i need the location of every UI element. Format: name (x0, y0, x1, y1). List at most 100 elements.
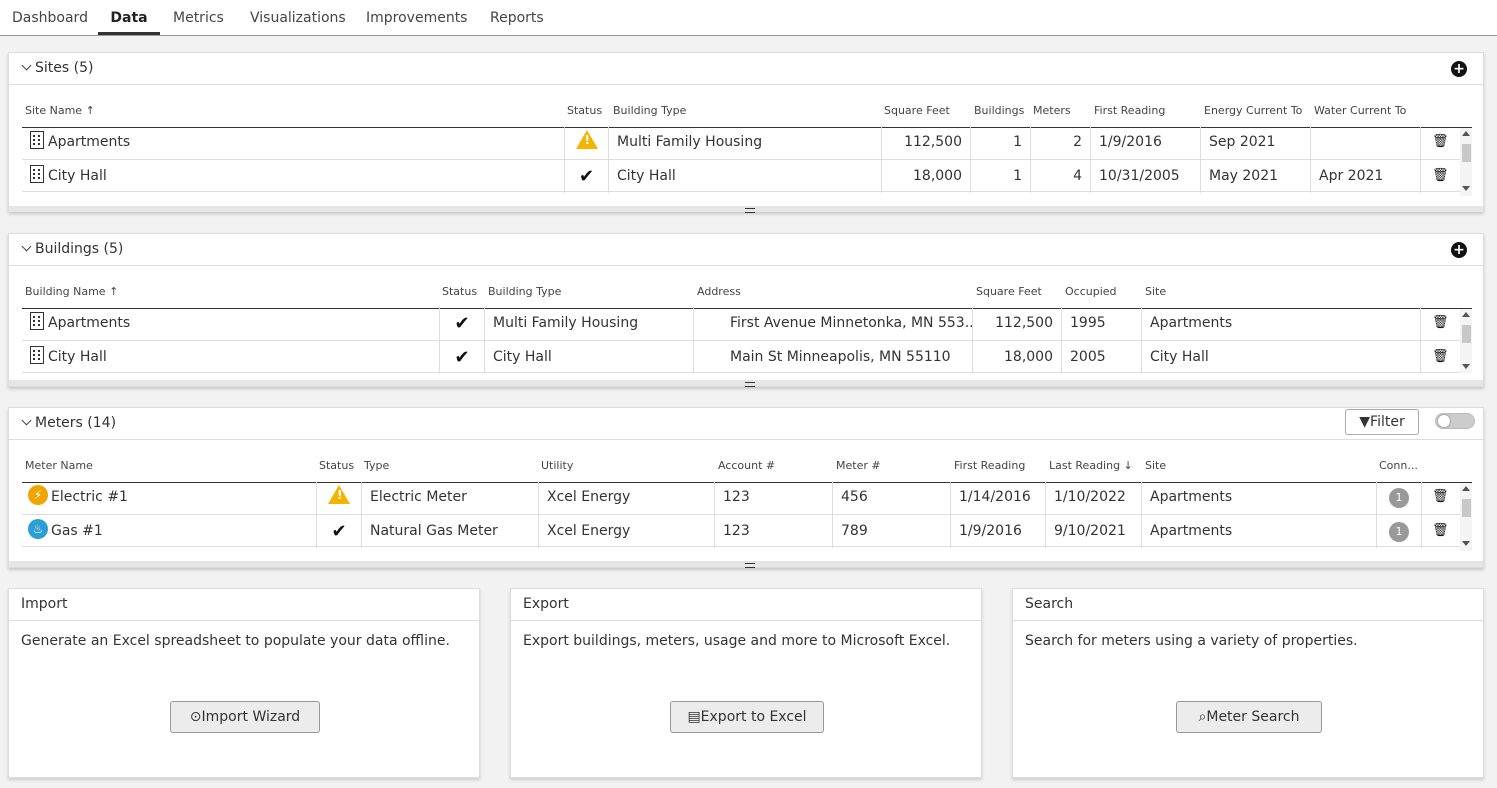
col-site-name[interactable]: Site Name ↑ (25, 104, 95, 117)
scroll-thumb[interactable] (1462, 325, 1471, 343)
first-reading-cell: 1/9/2016 (1091, 126, 1201, 159)
checkmark-icon: ✔ (578, 166, 595, 187)
last-reading-cell: 9/10/2021 (1046, 515, 1142, 548)
connections-cell: 1 (1377, 481, 1422, 514)
col-meter-name[interactable]: Meter Name (25, 459, 93, 472)
tab-improvements[interactable]: Improvements (366, 0, 467, 35)
buildings-header: Buildings (5) + (9, 234, 1483, 266)
tab-reports[interactable]: Reports (490, 0, 544, 35)
col-site[interactable]: Site (1145, 285, 1166, 298)
table-row[interactable]: Apartments ! Multi Family Housing 112,50… (22, 126, 1472, 160)
resize-grip-icon[interactable] (745, 563, 755, 568)
col-water-current[interactable]: Water Current To (1314, 104, 1406, 117)
table-row[interactable]: ♨ Gas #1 ✔ Natural Gas Meter Xcel Energy … (22, 515, 1472, 548)
sites-scrollbar[interactable] (1460, 128, 1472, 196)
scroll-up-icon[interactable] (1462, 486, 1470, 491)
col-status[interactable]: Status (567, 104, 602, 117)
excel-file-icon: ▤ (687, 709, 701, 725)
add-building-button[interactable]: + (1451, 242, 1467, 258)
filter-toggle[interactable] (1435, 413, 1475, 429)
resize-grip-icon[interactable] (745, 382, 755, 387)
scroll-down-icon[interactable] (1462, 541, 1470, 546)
checkmark-icon: ✔ (454, 313, 470, 334)
site-cell: City Hall (1142, 341, 1421, 374)
export-to-excel-button[interactable]: ▤Export to Excel (670, 701, 824, 733)
col-square-feet[interactable]: Square Feet (976, 285, 1042, 298)
add-site-button[interactable]: + (1451, 61, 1467, 77)
trash-icon[interactable]: 🗑 (1432, 523, 1449, 538)
site-name-cell: Apartments (22, 126, 565, 159)
col-energy-current[interactable]: Energy Current To (1204, 104, 1302, 117)
building-icon (30, 131, 44, 149)
col-building-type[interactable]: Building Type (613, 104, 686, 117)
scroll-down-icon[interactable] (1462, 186, 1470, 191)
status-cell: ✔ (440, 307, 485, 340)
col-utility[interactable]: Utility (541, 459, 573, 472)
col-building-type[interactable]: Building Type (488, 285, 561, 298)
energy-current-cell: May 2021 (1201, 160, 1311, 193)
col-meters[interactable]: Meters (1033, 104, 1071, 117)
col-last-reading[interactable]: Last Reading ↓ (1049, 459, 1133, 472)
table-row[interactable]: City Hall ✔ City Hall Main St Minneapoli… (22, 341, 1472, 374)
meter-name-cell: ♨ Gas #1 (22, 515, 317, 548)
trash-icon[interactable]: 🗑 (1432, 134, 1449, 149)
building-type-cell: Multi Family Housing (609, 126, 882, 159)
col-site[interactable]: Site (1145, 459, 1166, 472)
filter-button[interactable]: ▼Filter (1345, 409, 1419, 435)
meters-title[interactable]: Meters (14) (21, 415, 116, 431)
tab-visualizations[interactable]: Visualizations (250, 0, 346, 35)
chevron-down-icon (21, 241, 32, 252)
trash-icon[interactable]: 🗑 (1432, 315, 1449, 330)
connections-badge[interactable]: 1 (1389, 522, 1409, 542)
trash-icon[interactable]: 🗑 (1432, 168, 1449, 183)
trash-icon[interactable]: 🗑 (1432, 349, 1449, 364)
connections-badge[interactable]: 1 (1389, 488, 1409, 508)
col-meter-number[interactable]: Meter # (836, 459, 881, 472)
col-address[interactable]: Address (697, 285, 741, 298)
col-type[interactable]: Type (364, 459, 389, 472)
col-status[interactable]: Status (442, 285, 477, 298)
site-cell: Apartments (1142, 515, 1377, 548)
col-status[interactable]: Status (319, 459, 354, 472)
warning-icon: ! (328, 485, 350, 504)
trash-icon[interactable]: 🗑 (1432, 489, 1449, 504)
meters-grid-header: Meter Name Status Type Utility Account #… (22, 440, 1472, 483)
tab-dashboard[interactable]: Dashboard (12, 0, 88, 35)
scroll-up-icon[interactable] (1462, 131, 1470, 136)
tab-metrics[interactable]: Metrics (173, 0, 224, 35)
col-square-feet[interactable]: Square Feet (884, 104, 950, 117)
buildings-panel: Buildings (5) + Building Name ↑ Status B… (8, 233, 1484, 387)
status-cell: ✔ (440, 341, 485, 374)
buildings-scrollbar[interactable] (1460, 309, 1472, 373)
table-row[interactable]: ⚡ Electric #1 ! Electric Meter Xcel Energ… (22, 481, 1472, 515)
scroll-thumb[interactable] (1462, 144, 1471, 162)
resize-grip-icon[interactable] (745, 208, 755, 213)
col-first-reading[interactable]: First Reading (1094, 104, 1165, 117)
sqft-cell: 112,500 (973, 307, 1062, 340)
col-occupied[interactable]: Occupied (1065, 285, 1117, 298)
col-account[interactable]: Account # (718, 459, 775, 472)
chevron-down-icon (21, 60, 32, 71)
scroll-down-icon[interactable] (1462, 364, 1470, 369)
sites-title[interactable]: Sites (5) (21, 60, 93, 76)
tab-data[interactable]: Data (98, 0, 160, 35)
toggle-knob (1437, 414, 1451, 428)
table-row[interactable]: Apartments ✔ Multi Family Housing First … (22, 307, 1472, 341)
utility-cell: Xcel Energy (539, 515, 715, 548)
first-reading-cell: 1/14/2016 (951, 481, 1046, 514)
scroll-up-icon[interactable] (1462, 312, 1470, 317)
col-first-reading[interactable]: First Reading (954, 459, 1025, 472)
col-connections[interactable]: Conn... (1379, 459, 1418, 472)
import-wizard-button[interactable]: ⊙Import Wizard (170, 701, 320, 733)
building-icon (30, 165, 44, 183)
scroll-thumb[interactable] (1462, 499, 1471, 517)
buildings-title[interactable]: Buildings (5) (21, 241, 123, 257)
warning-icon: ! (575, 130, 598, 149)
buildings-count-cell: 1 (971, 126, 1031, 159)
meter-search-button[interactable]: ⌕Meter Search (1176, 701, 1322, 733)
table-row[interactable]: City Hall ✔ City Hall 18,000 1 4 10/31/2… (22, 160, 1472, 193)
col-buildings[interactable]: Buildings (974, 104, 1024, 117)
meters-scrollbar[interactable] (1460, 483, 1472, 551)
col-building-name[interactable]: Building Name ↑ (25, 285, 118, 298)
first-reading-cell: 1/9/2016 (951, 515, 1046, 548)
